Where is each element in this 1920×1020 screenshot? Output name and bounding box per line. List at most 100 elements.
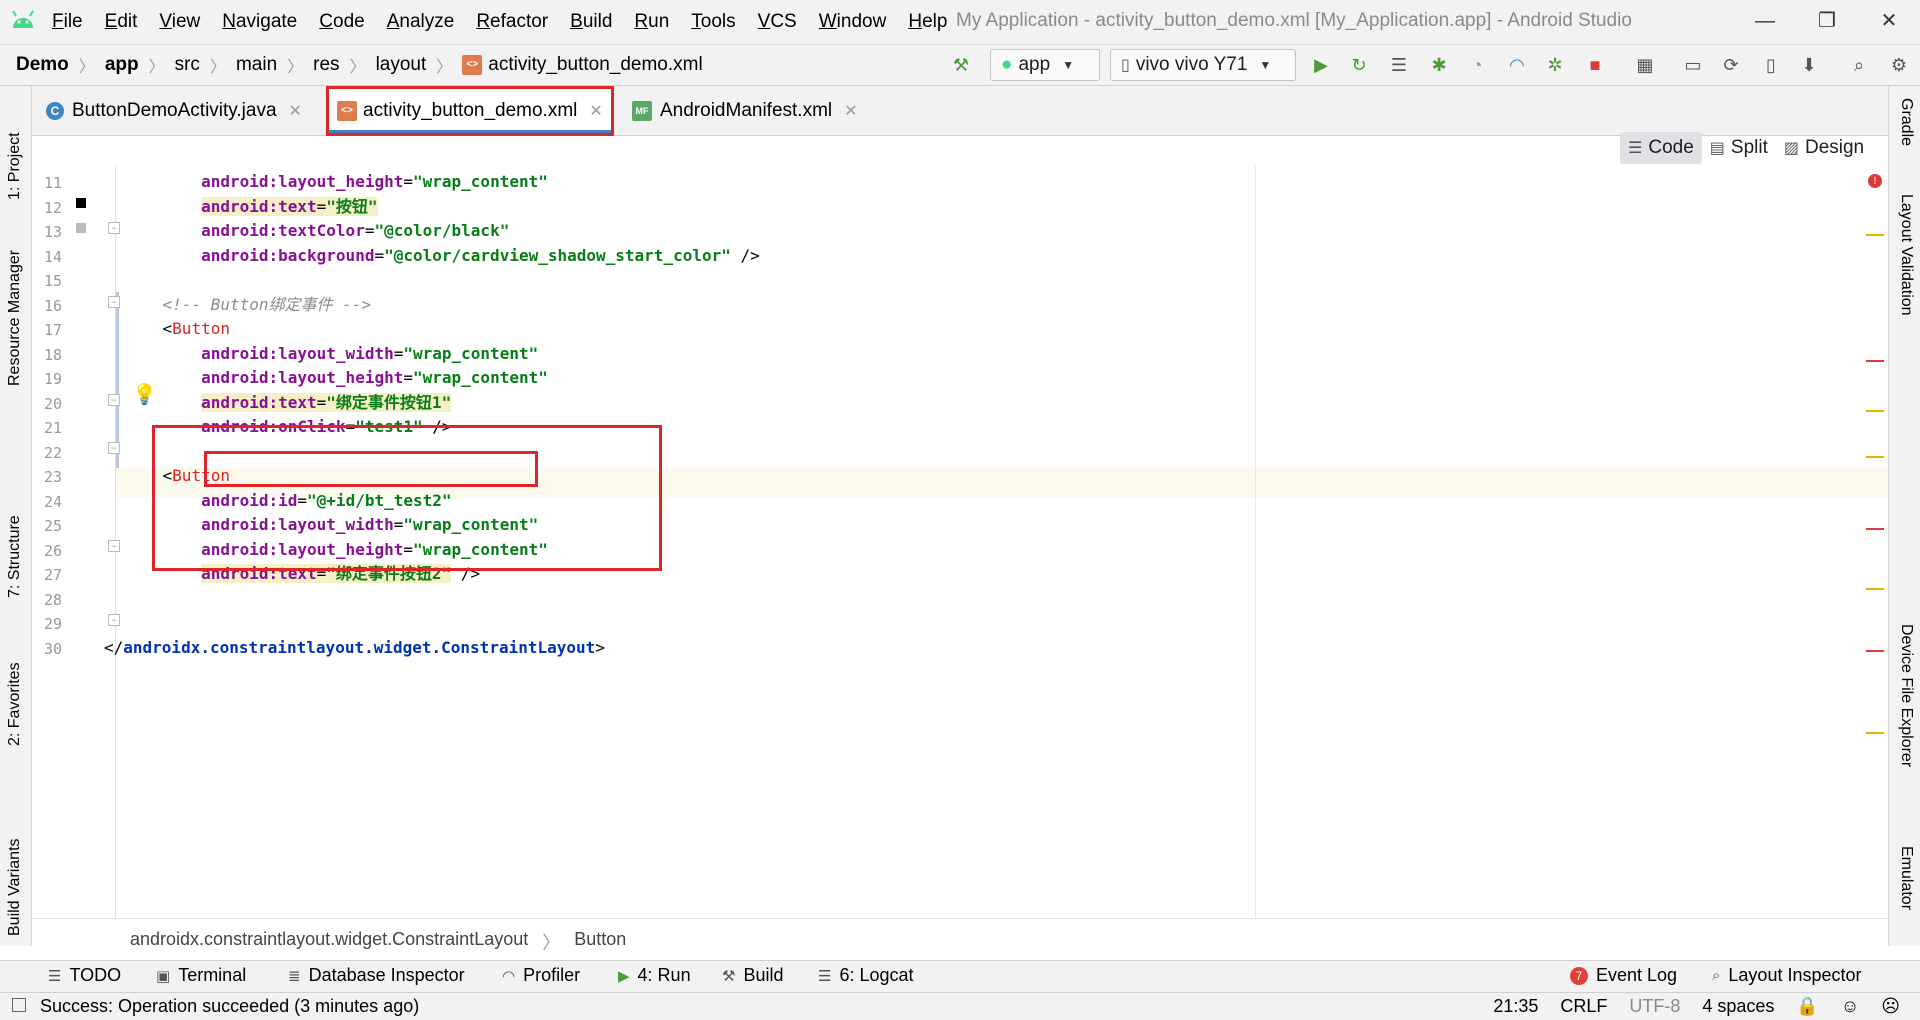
status-message[interactable]: Success: Operation succeeded (3 minutes … [40, 996, 419, 1017]
layout-inspector-button[interactable]: ⌕ Layout Inspector [1712, 965, 1862, 986]
tab-activity-button-demo[interactable]: <> activity_button_demo.xml ✕ [326, 86, 614, 136]
tool-layout-validation[interactable]: Layout Validation [1897, 194, 1915, 316]
split-view-button[interactable]: ▤ Split [1702, 132, 1776, 164]
menu-run[interactable]: Run [634, 11, 669, 33]
breadcrumb-project[interactable]: Demo [16, 54, 69, 76]
menu-refactor[interactable]: Refactor [476, 11, 548, 33]
warning-marker[interactable] [1866, 234, 1884, 236]
attach-debugger-icon[interactable]: ✲ [1544, 54, 1566, 76]
error-icon[interactable]: ! [1868, 174, 1882, 188]
menu-tools[interactable]: Tools [691, 11, 735, 33]
close-icon[interactable]: ✕ [289, 101, 302, 121]
tool-favorites[interactable]: 2: Favorites [6, 646, 24, 746]
menu-vcs[interactable]: VCS [758, 11, 797, 33]
fold-icon[interactable]: − [108, 222, 120, 234]
lightbulb-icon[interactable]: 💡 [132, 382, 157, 407]
todo-tool-button[interactable]: ☰ TODO [48, 965, 121, 986]
project-structure-icon[interactable]: ▦ [1634, 54, 1656, 76]
menu-view[interactable]: View [159, 11, 200, 33]
editor-tab-bar: C ButtonDemoActivity.java ✕ <> activity_… [32, 86, 1888, 136]
coverage-icon[interactable]: ◔ [1466, 54, 1488, 76]
tool-gradle[interactable]: Gradle [1897, 98, 1915, 146]
right-margin-guide [1255, 166, 1256, 918]
menu-help[interactable]: Help [908, 11, 947, 33]
apply-code-changes-icon[interactable]: ☰ [1388, 54, 1410, 76]
tool-project[interactable]: 1: Project [6, 100, 24, 200]
search-icon[interactable]: ⌕ [1848, 54, 1870, 76]
build-hammer-icon[interactable]: ⚒ [950, 54, 972, 76]
apply-changes-icon[interactable]: ↻ [1348, 54, 1370, 76]
tab-android-manifest[interactable]: MF AndroidManifest.xml ✕ [632, 86, 858, 136]
sync-gradle-icon[interactable]: ⟳ [1720, 54, 1742, 76]
database-inspector-button[interactable]: ≣ Database Inspector [288, 965, 465, 986]
sdk-manager-icon[interactable]: ⬇ [1798, 54, 1820, 76]
tool-device-file-explorer[interactable]: Device File Explorer [1897, 624, 1915, 767]
breadcrumb-module[interactable]: app [105, 54, 139, 76]
sad-face-icon[interactable]: ☹ [1881, 996, 1900, 1017]
menu-build[interactable]: Build [570, 11, 612, 33]
fold-icon[interactable]: − [108, 394, 120, 406]
tool-structure[interactable]: 7: Structure [6, 498, 24, 598]
line-separator[interactable]: CRLF [1560, 996, 1607, 1017]
warning-marker[interactable] [1866, 588, 1884, 590]
fold-icon[interactable]: − [108, 614, 120, 626]
tab-button-demo-activity[interactable]: C ButtonDemoActivity.java ✕ [46, 86, 302, 136]
lock-icon[interactable]: 🔒 [1796, 996, 1818, 1017]
tool-emulator[interactable]: Emulator [1897, 846, 1915, 910]
menu-navigate[interactable]: Navigate [222, 11, 297, 33]
menu-file[interactable]: File [52, 11, 83, 33]
breadcrumb-src[interactable]: src [175, 54, 200, 76]
fold-icon[interactable]: − [108, 442, 120, 454]
code-view-button[interactable]: ☰ Code [1620, 132, 1702, 164]
run-icon[interactable]: ▶ [1310, 54, 1332, 76]
caret-position[interactable]: 21:35 [1493, 996, 1538, 1017]
tool-resource-manager[interactable]: Resource Manager [6, 246, 24, 386]
breadcrumb-res[interactable]: res [313, 54, 339, 76]
warning-marker[interactable] [1866, 732, 1884, 734]
fold-icon[interactable]: − [108, 296, 120, 308]
menu-edit[interactable]: Edit [105, 11, 138, 33]
design-view-button[interactable]: ▨ Design [1776, 132, 1872, 164]
run-config-dropdown[interactable]: ● app ▼ [990, 49, 1100, 81]
warning-marker[interactable] [1866, 456, 1884, 458]
warning-marker[interactable] [1866, 410, 1884, 412]
crumb-button[interactable]: Button [574, 929, 626, 955]
profile-icon[interactable]: ◠ [1506, 54, 1528, 76]
crumb-constraint-layout[interactable]: androidx.constraintlayout.widget.Constra… [130, 929, 528, 955]
color-swatch-black[interactable] [76, 198, 86, 208]
build-tool-button[interactable]: ⚒ Build [722, 965, 783, 986]
settings-icon[interactable]: ⚙ [1888, 54, 1910, 76]
restore-button[interactable]: ❐ [1796, 0, 1858, 44]
color-swatch-shadow[interactable] [76, 223, 86, 233]
logcat-tool-button[interactable]: ☰ 6: Logcat [818, 965, 914, 986]
event-log-button[interactable]: 7 Event Log [1570, 965, 1677, 986]
terminal-tool-button[interactable]: ▣ Terminal [156, 965, 246, 986]
close-icon[interactable]: ✕ [589, 101, 602, 121]
error-marker[interactable] [1866, 360, 1884, 362]
fold-icon[interactable]: − [108, 540, 120, 552]
profiler-tool-button[interactable]: ◠ Profiler [502, 965, 580, 986]
toggle-tool-windows-icon[interactable] [12, 998, 26, 1012]
indent-setting[interactable]: 4 spaces [1702, 996, 1774, 1017]
debug-icon[interactable]: ✱ [1428, 54, 1450, 76]
code-editor[interactable]: 11 12 13 14 15 16 17 18 19 20 21 22 23 24 25 26 27 28 29 30… [32, 166, 1888, 918]
device-dropdown[interactable]: ▯ vivo vivo Y71 ▼ [1110, 49, 1296, 81]
breadcrumb-main[interactable]: main [236, 54, 277, 76]
menu-code[interactable]: Code [319, 11, 364, 33]
file-encoding[interactable]: UTF-8 [1629, 996, 1680, 1017]
stop-icon[interactable]: ■ [1584, 54, 1606, 76]
tool-build-variants[interactable]: Build Variants [6, 806, 24, 936]
minimize-button[interactable]: — [1734, 0, 1796, 44]
close-window-button[interactable]: ✕ [1858, 0, 1920, 44]
device-manager-icon[interactable]: ▯ [1760, 54, 1782, 76]
run-tool-button[interactable]: ▶ 4: Run [618, 965, 691, 986]
close-icon[interactable]: ✕ [844, 101, 857, 121]
menu-analyze[interactable]: Analyze [387, 11, 455, 33]
error-marker[interactable] [1866, 650, 1884, 652]
happy-face-icon[interactable]: ☺ [1841, 996, 1859, 1017]
menu-window[interactable]: Window [819, 11, 887, 33]
breadcrumb-file[interactable]: activity_button_demo.xml [488, 54, 702, 76]
breadcrumb-layout[interactable]: layout [376, 54, 427, 76]
avd-manager-icon[interactable]: ▭ [1682, 54, 1704, 76]
error-marker[interactable] [1866, 528, 1884, 530]
